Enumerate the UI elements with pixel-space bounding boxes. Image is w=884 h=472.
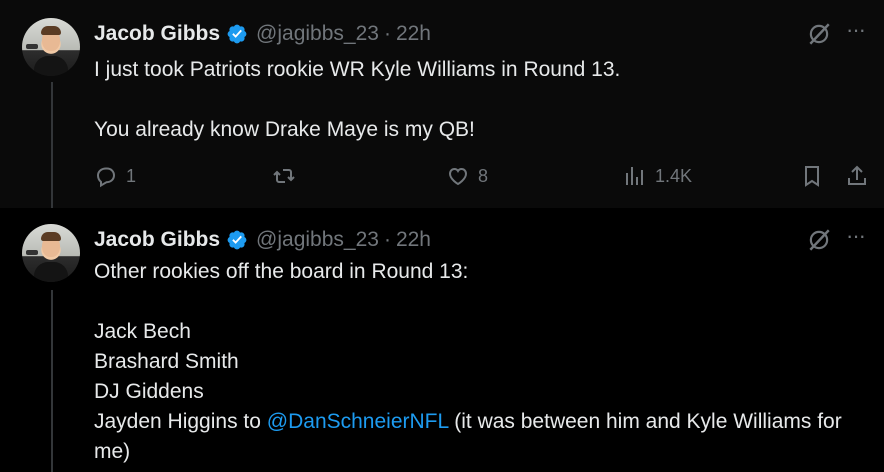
more-icon[interactable]: ···: [846, 224, 870, 248]
author-name[interactable]: Jacob Gibbs: [94, 228, 220, 252]
reply-count: 1: [126, 165, 137, 186]
views-button[interactable]: 1.4K: [623, 160, 692, 192]
more-icon[interactable]: ···: [846, 18, 870, 42]
thread-line: [51, 290, 53, 472]
timestamp[interactable]: 22h: [396, 22, 431, 46]
author-handle[interactable]: @jagibbs_23: [256, 228, 379, 252]
tweet[interactable]: Jacob Gibbs @jagibbs_23 · 22h ··· Other …: [0, 208, 884, 472]
bookmark-button[interactable]: [800, 160, 824, 192]
tweet-line: Jayden Higgins to @DanSchneierNFL (it wa…: [94, 407, 878, 467]
separator-dot: ·: [383, 22, 391, 45]
tweet-header: Jacob Gibbs @jagibbs_23 · 22h: [94, 21, 431, 47]
retweet-icon: [273, 169, 295, 183]
views-icon: [626, 167, 643, 185]
tweet-actions: 1 8 1.4K: [0, 160, 884, 192]
retweet-button[interactable]: [272, 160, 296, 192]
tweet-line: DJ Giddens: [94, 380, 204, 403]
avatar[interactable]: [22, 224, 80, 282]
separator-dot: ·: [383, 228, 391, 251]
views-count: 1.4K: [655, 165, 693, 186]
share-button[interactable]: [845, 160, 869, 192]
tweet-line: Jack Bech: [94, 320, 191, 343]
reply-button[interactable]: 1: [94, 160, 136, 192]
avatar[interactable]: [22, 18, 80, 76]
tweet-text: I just took Patriots rookie WR Kyle Will…: [94, 55, 878, 145]
mention-link[interactable]: @DanSchneierNFL: [267, 410, 449, 433]
author-handle[interactable]: @jagibbs_23: [256, 22, 379, 46]
verified-badge-icon: [227, 24, 247, 44]
bookmark-icon: [805, 166, 819, 187]
tweet-line: You already know Drake Maye is my QB!: [94, 118, 475, 141]
share-icon: [848, 165, 866, 185]
tweet-line: I just took Patriots rookie WR Kyle Will…: [94, 58, 621, 81]
author-name[interactable]: Jacob Gibbs: [94, 22, 220, 46]
timestamp[interactable]: 22h: [396, 228, 431, 252]
tweet-text-fragment: Jayden Higgins to: [94, 410, 267, 433]
tweet[interactable]: Jacob Gibbs @jagibbs_23 · 22h ··· I just…: [0, 0, 884, 208]
like-count: 8: [478, 165, 489, 186]
tweet-line: Other rookies off the board in Round 13:: [94, 260, 469, 283]
verified-badge-icon: [227, 230, 247, 250]
like-button[interactable]: 8: [446, 160, 488, 192]
tweet-line: Brashard Smith: [94, 350, 239, 373]
reply-icon: [96, 167, 116, 188]
grok-icon[interactable]: [806, 21, 832, 47]
tweet-header: Jacob Gibbs @jagibbs_23 · 22h: [94, 227, 431, 253]
grok-icon[interactable]: [806, 227, 832, 253]
like-icon: [448, 167, 468, 186]
tweet-text: Other rookies off the board in Round 13:…: [94, 257, 878, 467]
